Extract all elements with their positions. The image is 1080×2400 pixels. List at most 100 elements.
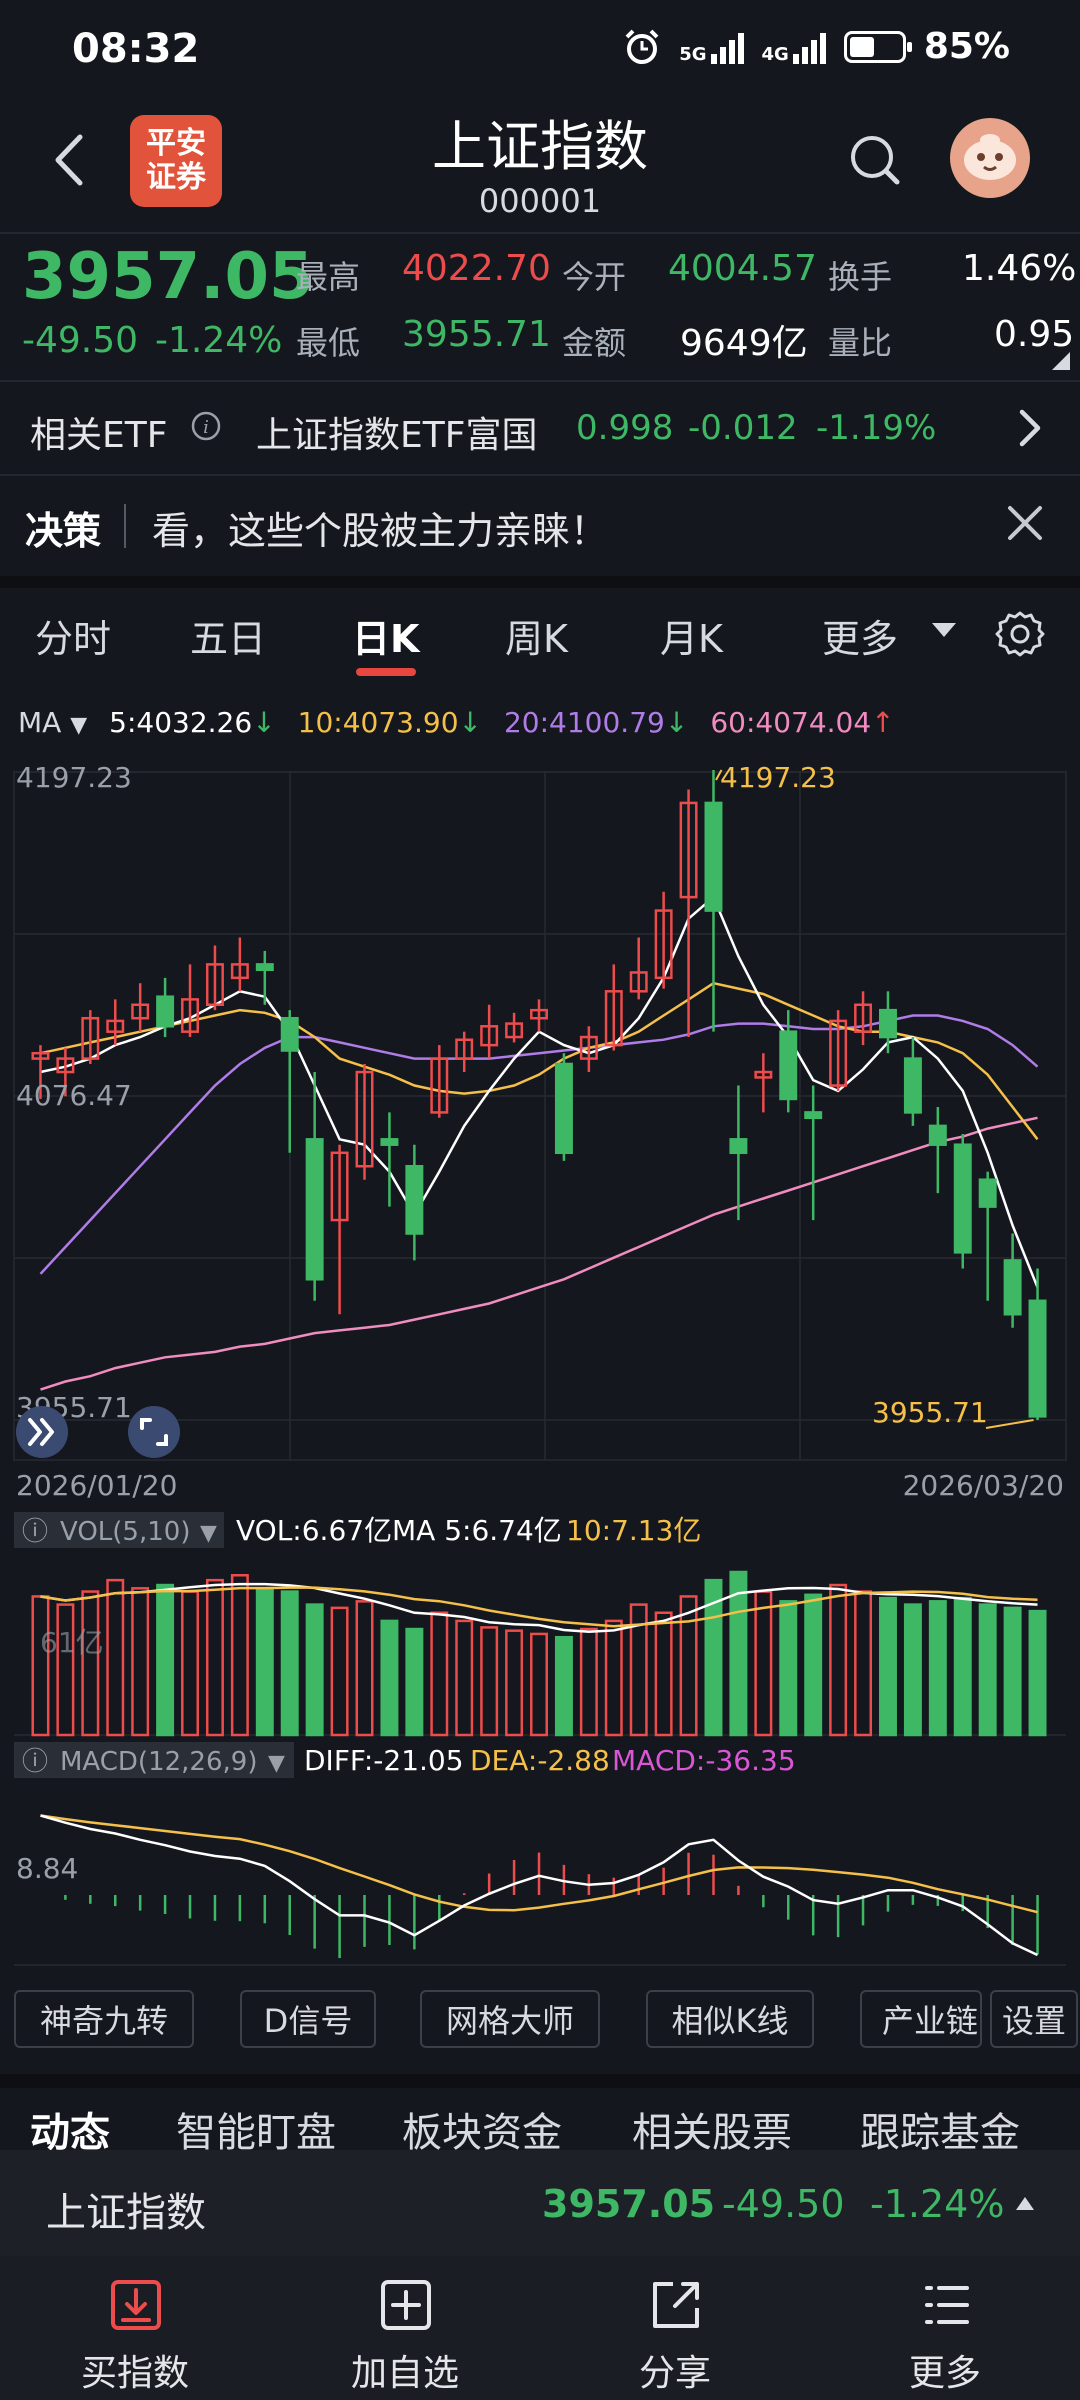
index-code: 000001	[478, 182, 602, 220]
ma-legend: MA ▼ 5:4032.26↓ 10:4073.90↓ 20:4100.79↓ …	[18, 706, 895, 739]
nav-add-watchlist[interactable]: 加自选	[305, 2256, 505, 2400]
volume-bar	[654, 1611, 673, 1737]
collapse-panel-button[interactable]	[16, 1406, 68, 1458]
search-icon[interactable]	[845, 130, 905, 190]
tab-daily-k[interactable]: 日K	[352, 608, 419, 663]
tab-weekly-k[interactable]: 周K	[505, 608, 568, 663]
caret-down-icon[interactable]	[930, 620, 958, 640]
volume-bar	[679, 1595, 698, 1737]
candle-down	[704, 801, 723, 912]
kline-chart[interactable]: 4197.23 4076.47 3955.71 4197.23 3955.71 …	[0, 760, 1080, 1970]
news-tabs: 动态 智能盯盘 板块资金 相关股票 跟踪基金	[0, 2100, 1080, 2150]
nav-share-label: 分享	[638, 2353, 711, 2394]
stat-label-low: 最低	[296, 324, 361, 362]
tab-five-day[interactable]: 五日	[190, 608, 266, 663]
tab-intraday[interactable]: 分时	[35, 608, 111, 663]
etf-change: -0.012	[688, 408, 798, 448]
index-bar-price: 3957.05	[542, 2182, 716, 2226]
chevron-right-icon[interactable]	[1012, 404, 1048, 452]
volume-bar	[604, 1619, 623, 1737]
macd-diff: DIFF:-21.05	[304, 1744, 464, 1777]
battery-icon	[843, 30, 912, 63]
volume-bar	[1028, 1609, 1047, 1737]
volume-bar	[505, 1629, 524, 1737]
index-summary-bar[interactable]: 上证指数 3957.05 -49.50 -1.24%	[0, 2150, 1080, 2256]
menu-icon	[925, 2286, 969, 2324]
volume-bar	[953, 1596, 972, 1737]
nav-more[interactable]: 更多	[845, 2256, 1045, 2400]
close-icon[interactable]	[1000, 498, 1050, 548]
battery-percent: 85%	[923, 26, 1010, 67]
tool-similar-kline-button[interactable]: 相似K线	[646, 1990, 814, 2048]
volume-bar	[305, 1603, 324, 1737]
tab-dynamics[interactable]: 动态	[30, 2100, 110, 2150]
ma60-value: 60:4074.04↑	[710, 706, 895, 739]
volume-bar	[928, 1600, 947, 1737]
related-etf-row[interactable]: 相关ETF i 上证指数ETF富国 0.998 -0.012 -1.19%	[0, 382, 1080, 474]
ma-label[interactable]: MA ▼	[18, 706, 87, 739]
network-5g-label: 5G	[679, 43, 707, 65]
tool-d-signal-button[interactable]: D信号	[240, 1990, 376, 2048]
stat-value-volume-ratio: 0.95	[994, 314, 1075, 355]
kline-tabs: 分时 五日 日K 周K 月K 更多	[0, 590, 1080, 690]
candle-down	[554, 1062, 573, 1155]
volume-bar	[903, 1603, 922, 1737]
tab-sector-funds[interactable]: 板块资金	[402, 2100, 562, 2150]
nav-add-watchlist-label: 加自选	[350, 2353, 459, 2394]
info-icon[interactable]: i	[190, 410, 222, 442]
volume-bar	[205, 1578, 224, 1737]
share-icon	[653, 2282, 699, 2328]
tool-industry-chain-button[interactable]: 产业链	[860, 1990, 982, 2048]
arrow-down-icon: ↓	[252, 706, 276, 739]
ma20-line	[39, 1014, 1039, 1275]
volume-bar	[106, 1578, 125, 1737]
stat-label-amount: 金额	[562, 324, 627, 362]
tab-smart-watch[interactable]: 智能盯盘	[176, 2100, 336, 2150]
tool-settings-button[interactable]: 设置	[990, 1990, 1078, 2048]
header-divider	[0, 232, 1080, 234]
fullscreen-button[interactable]	[128, 1406, 180, 1458]
volume-bar	[31, 1595, 50, 1737]
volume-bar	[131, 1587, 150, 1737]
stat-label-turnover: 换手	[828, 258, 893, 296]
etf-change-percent: -1.19%	[816, 408, 937, 448]
decision-tag: 决策	[25, 509, 102, 553]
volume-bar	[1003, 1606, 1022, 1737]
decision-separator	[124, 504, 126, 548]
y-axis-mid-label: 4076.47	[16, 1079, 132, 1112]
low-annotation: 3955.71	[872, 1396, 988, 1429]
candle-down	[903, 1057, 922, 1114]
decision-text[interactable]: 看，这些个股被主力亲睐！	[152, 500, 608, 555]
arrow-down-icon: ↓	[458, 706, 482, 739]
caret-up-icon[interactable]	[1014, 2194, 1036, 2212]
volume-bar	[181, 1590, 200, 1737]
macd-legend-label: MACD(12,26,9)	[60, 1747, 257, 1777]
volume-bar	[56, 1603, 75, 1737]
candle-down	[878, 1008, 897, 1039]
arrow-down-icon: ↓	[664, 706, 689, 739]
nav-more-label: 更多	[908, 2353, 981, 2394]
status-time: 08:32	[72, 26, 200, 72]
candle-down	[779, 1030, 798, 1101]
page-title: 上证指数	[432, 115, 648, 178]
tab-monthly-k[interactable]: 月K	[660, 608, 723, 663]
candle-down	[978, 1178, 997, 1208]
tab-more[interactable]: 更多	[822, 608, 898, 663]
volume-bars	[14, 1570, 1066, 1737]
macd-panel	[14, 1814, 1066, 1966]
index-bar-change-percent: -1.24%	[870, 2182, 1005, 2226]
signal-4g-icon	[792, 30, 826, 64]
volume-bar	[156, 1583, 175, 1737]
decision-banner[interactable]: 决策 看，这些个股被主力亲睐！	[0, 476, 1080, 576]
gear-icon[interactable]	[994, 608, 1046, 660]
volume-bar	[255, 1587, 274, 1737]
tool-nine-turns-button[interactable]: 神奇九转	[14, 1990, 194, 2048]
tool-grid-master-button[interactable]: 网格大师	[420, 1990, 600, 2048]
candles	[31, 769, 1047, 1429]
tab-related-stocks[interactable]: 相关股票	[632, 2100, 792, 2150]
volume-bar	[854, 1590, 873, 1737]
avatar[interactable]	[950, 118, 1030, 198]
nav-share[interactable]: 分享	[575, 2256, 775, 2400]
tab-tracking-funds[interactable]: 跟踪基金	[860, 2100, 1020, 2150]
nav-buy-index[interactable]: 买指数	[35, 2256, 235, 2400]
